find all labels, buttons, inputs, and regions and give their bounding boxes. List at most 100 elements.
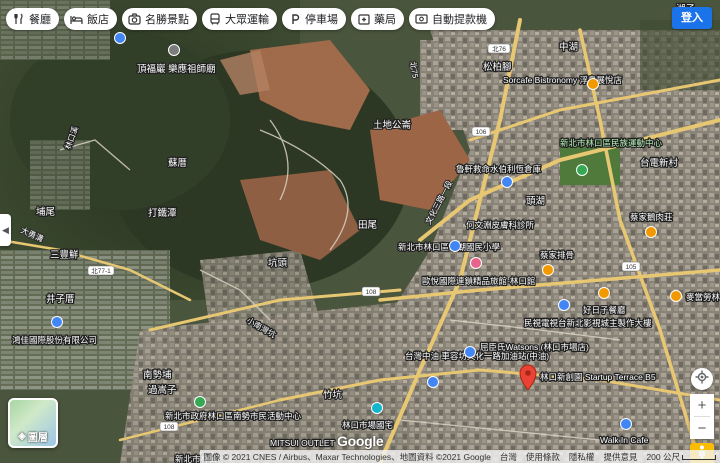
poi-label-goose-house: 蔡家鵝肉莊 [630, 212, 673, 222]
chip-restaurants[interactable]: 餐廳 [6, 8, 59, 30]
place-label-songbaijiao: 松柏腳 [483, 61, 512, 73]
poi-pin-teal[interactable] [371, 402, 383, 414]
restaurant-pin[interactable] [670, 290, 682, 302]
poi-pin[interactable] [427, 376, 439, 388]
poi-label-sorcafe: Sorcafe Bistronomy 浮島展悅店 [503, 75, 623, 85]
place-label-jingzicuo: 井子厝 [46, 293, 75, 305]
crosshair-icon [695, 370, 709, 388]
feedback-link[interactable]: 提供意見 [603, 451, 637, 463]
layers-button[interactable]: ◈ 圖層 [8, 398, 58, 448]
road-shield-105: 105 [626, 264, 637, 271]
chip-hotels[interactable]: 飯店 [64, 8, 117, 30]
layers-icon: ◈ [18, 431, 26, 442]
restaurant-pin[interactable] [542, 264, 554, 276]
poi-label-warehouse: 魯軒救命水伯利恆倉庫 [456, 164, 542, 174]
poi-label-sports-center: 新北市林口區民族運動中心 [560, 138, 663, 148]
restaurant-pin[interactable] [598, 287, 610, 299]
atm-icon [415, 13, 428, 26]
plus-icon: + [697, 396, 707, 414]
country-label[interactable]: 台灣 [500, 451, 517, 463]
temple-pin[interactable] [168, 44, 180, 56]
poi-label-porkchop: 蔡家排骨 [540, 250, 574, 260]
poi-label-market-housing: 林口市場國宅 [342, 420, 393, 430]
bus-icon [208, 13, 221, 26]
park-pin[interactable] [576, 164, 588, 176]
poi-pin[interactable] [620, 418, 632, 430]
poi-label-dingfuyan: 頂福巖 樂應祖師廟 [137, 63, 216, 75]
camera-icon [128, 13, 141, 26]
chip-label: 餐廳 [29, 14, 51, 26]
road-shield-108-south: 108 [164, 424, 175, 431]
privacy-link[interactable]: 隱私權 [569, 451, 595, 463]
chip-label: 停車場 [305, 14, 338, 26]
poi-label-ftv-studio: 民視電視台新北影視城主製作大樓 [524, 318, 652, 328]
place-label-zhonghu: 中湖 [559, 41, 578, 53]
place-label-nanshipu: 南勢埔 [143, 369, 172, 381]
poi-label-sanfengxian: 三豐鮮 [50, 249, 79, 261]
category-chip-bar: 餐廳 飯店 名勝景點 大眾運輸 停車場 藥局 自動提款機 [6, 8, 495, 30]
bed-icon [70, 13, 83, 26]
road-shield-north77-1: 北77-1 [91, 267, 111, 275]
poi-label-good-day: 好日子餐廳 [583, 305, 626, 315]
poi-label-motel: 歐悅國際連鎖精品旅館-林口館 [422, 276, 535, 286]
pharmacy-icon [357, 13, 370, 26]
my-location-button[interactable] [691, 368, 713, 390]
chip-label: 自動提款機 [432, 14, 487, 26]
terms-link[interactable]: 使用條款 [526, 451, 560, 463]
hotel-pin[interactable] [470, 257, 482, 269]
imagery-attribution: 圖像 © 2021 CNES / Airbus、Maxar Technologi… [203, 451, 491, 462]
layers-caption: ◈ 圖層 [10, 429, 56, 444]
chip-label: 大眾運輸 [225, 14, 269, 26]
chip-label: 藥局 [374, 14, 396, 26]
scale-label: 200 公尺 [646, 451, 680, 462]
attribution-bar: 圖像 © 2021 CNES / Airbus、Maxar Technologi… [199, 450, 720, 463]
chevron-left-icon: ◀ [2, 224, 9, 235]
minus-icon: − [697, 419, 707, 437]
place-label-kengtou: 坑頭 [268, 257, 288, 269]
map-controls: + − [690, 368, 714, 463]
poi-pin[interactable] [558, 299, 570, 311]
zoom-group: + − [690, 394, 714, 439]
poi-pin[interactable] [501, 176, 513, 188]
sign-in-button[interactable]: 登入 [672, 7, 712, 29]
place-label-datietan: 打鐵潭 [148, 207, 177, 219]
zoom-in-button[interactable]: + [690, 394, 714, 416]
place-label-zhukeng: 竹坑 [323, 389, 343, 401]
poi-pin[interactable] [464, 346, 476, 358]
poi-label-mcdonalds: 麥當勞林 [686, 292, 720, 302]
scale-indicator[interactable]: 200 公尺 [646, 451, 716, 463]
poi-label-hongjia: 鴻佳國際股份有限公司 [12, 335, 97, 345]
road-shield-106: 106 [476, 129, 487, 136]
chip-label: 名勝景點 [145, 14, 189, 26]
poi-pin[interactable] [51, 316, 63, 328]
place-label-taidianxincun: 台電新村 [640, 157, 679, 169]
chip-parking[interactable]: 停車場 [282, 8, 346, 30]
chip-transit[interactable]: 大眾運輸 [202, 8, 277, 30]
satellite-map[interactable]: 北76 108 106 105 北77-1 108 文化三路一段 大勇溝 北75… [0, 0, 720, 463]
restaurant-icon [12, 13, 25, 26]
poi-label-cpc-station: 台灣中油 車容坊文化一路加油站(中油) [405, 351, 549, 361]
poi-pin[interactable] [449, 240, 461, 252]
poi-label-mitsui-outlet: MITSUI OUTLET [270, 438, 335, 448]
road-shield-north76: 北76 [492, 45, 506, 53]
chip-atm[interactable]: 自動提款機 [409, 8, 495, 30]
park-pin[interactable] [194, 396, 206, 408]
poi-label-startup-terrace: 林口新創園 Startup Terrace B5 [540, 372, 656, 382]
restaurant-pin[interactable] [587, 78, 599, 90]
collapse-panel-button[interactable]: ◀ [0, 214, 11, 246]
place-label-tudigonglun: 土地公崙 [373, 119, 412, 131]
place-label-suzuo: 蘇厝 [168, 157, 187, 169]
place-label-touhu: 頭湖 [526, 196, 545, 207]
google-logo: Google [337, 433, 384, 449]
chip-pharmacy[interactable]: 藥局 [351, 8, 404, 30]
road-shield-108: 108 [366, 289, 377, 296]
chip-attractions[interactable]: 名勝景點 [122, 8, 197, 30]
poi-label-walkin-cafe: Walk In Cafe [600, 435, 649, 445]
poi-label-clinic: 何文淵皮膚科診所 [466, 220, 535, 230]
parking-icon [288, 13, 301, 26]
restaurant-pin[interactable] [645, 226, 657, 238]
zoom-out-button[interactable]: − [690, 417, 714, 439]
place-label-guosongzi: 過嵩子 [148, 384, 177, 396]
poi-label-nanshi-center: 新北市政府林口區南勢市民活動中心 [165, 411, 302, 421]
poi-pin[interactable] [114, 32, 126, 44]
